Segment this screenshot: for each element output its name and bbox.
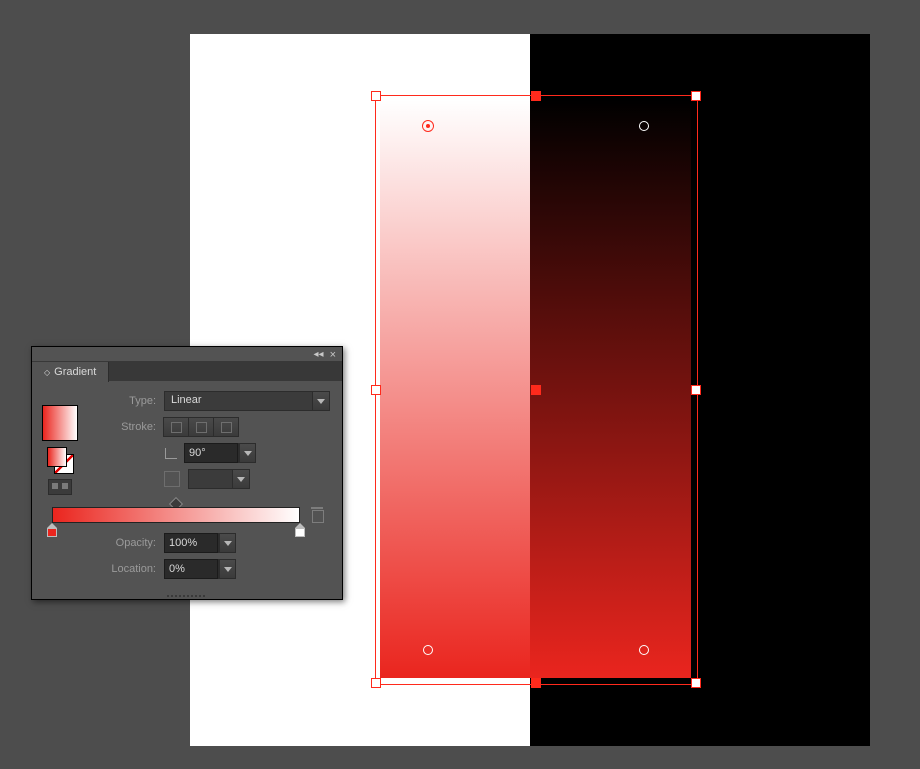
location-label: Location: — [86, 563, 156, 575]
corner-widget-sw[interactable] — [423, 645, 433, 655]
gradient-panel[interactable]: ◂◂ × ◇ Gradient Type: Linear — [31, 346, 343, 600]
stroke-align-outside-button[interactable] — [213, 417, 239, 437]
panel-title: Gradient — [54, 366, 96, 378]
corner-widget-se[interactable] — [639, 645, 649, 655]
dropdown-icon — [312, 392, 329, 410]
handle-nw[interactable] — [371, 91, 381, 101]
corner-widget-ne[interactable] — [639, 121, 649, 131]
gradient-stop-0[interactable] — [47, 523, 57, 537]
handle-center[interactable] — [531, 385, 541, 395]
angle-input[interactable] — [184, 443, 238, 463]
handle-sw[interactable] — [371, 678, 381, 688]
location-input[interactable] — [164, 559, 218, 579]
stroke-align-center-button[interactable] — [188, 417, 214, 437]
dropdown-icon — [232, 470, 249, 488]
handle-ne[interactable] — [691, 91, 701, 101]
gradient-bar[interactable] — [52, 507, 300, 523]
type-value: Linear — [165, 392, 312, 410]
stroke-align-group — [164, 417, 239, 437]
handle-se[interactable] — [691, 678, 701, 688]
opacity-stepper-button[interactable] — [219, 534, 235, 552]
reverse-gradient-button[interactable] — [48, 479, 72, 495]
aspect-ratio-icon — [164, 471, 180, 487]
panel-close-icon[interactable]: × — [330, 349, 336, 361]
angle-stepper-button[interactable] — [239, 444, 255, 462]
location-stepper-button[interactable] — [219, 560, 235, 578]
gradient-stop-1[interactable] — [295, 523, 305, 537]
panel-tab-row: ◇ Gradient — [32, 361, 342, 381]
handle-w[interactable] — [371, 385, 381, 395]
handle-e[interactable] — [691, 385, 701, 395]
opacity-label: Opacity: — [86, 537, 156, 549]
fill-stroke-toggle[interactable] — [47, 447, 73, 473]
angle-icon — [164, 446, 178, 460]
gradient-preview-swatch[interactable] — [42, 405, 78, 441]
tab-expand-icon: ◇ — [44, 368, 50, 377]
delete-stop-icon[interactable] — [310, 507, 324, 523]
panel-collapse-icon[interactable]: ◂◂ — [314, 349, 324, 361]
tab-gradient[interactable]: ◇ Gradient — [32, 362, 109, 382]
handle-n[interactable] — [531, 91, 541, 101]
type-label: Type: — [86, 395, 156, 407]
gradient-slider[interactable] — [44, 499, 330, 527]
stroke-align-inside-button[interactable] — [163, 417, 189, 437]
aspect-select[interactable] — [188, 469, 250, 489]
gradient-origin-icon[interactable] — [422, 120, 434, 132]
handle-s[interactable] — [531, 678, 541, 688]
panel-resize-grip[interactable] — [32, 593, 342, 599]
opacity-input[interactable] — [164, 533, 218, 553]
swatch-column — [42, 405, 78, 495]
stroke-label: Stroke: — [86, 421, 156, 433]
fill-swatch[interactable] — [47, 447, 67, 467]
type-select[interactable]: Linear — [164, 391, 330, 411]
